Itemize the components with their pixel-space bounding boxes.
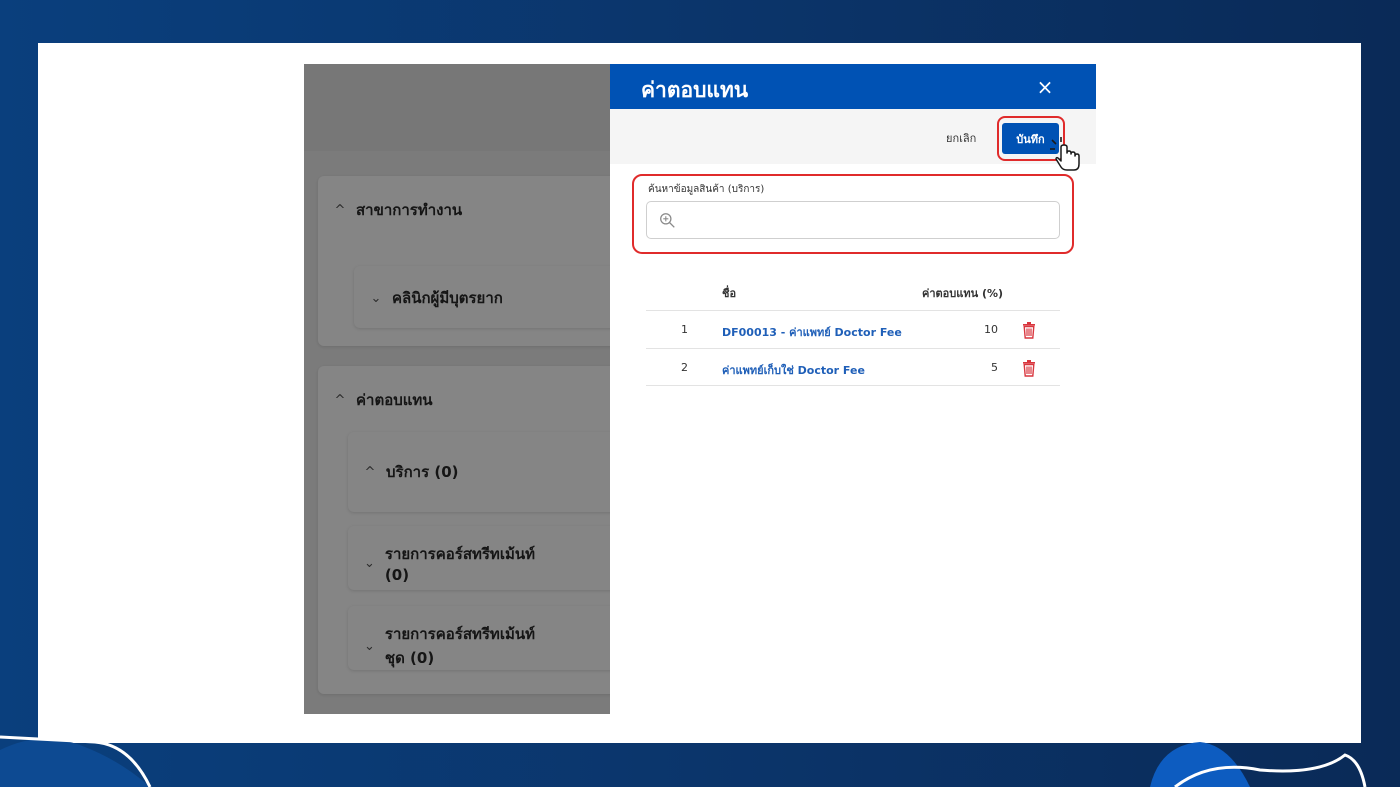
search-field <box>646 201 1060 239</box>
row-name-link[interactable]: DF00013 - ค่าแพทย์ Doctor Fee <box>722 323 902 341</box>
drawer-title: ค่าตอบแทน <box>641 78 749 102</box>
close-icon[interactable]: × <box>1034 76 1056 98</box>
trash-icon[interactable] <box>1021 321 1037 339</box>
cancel-button[interactable]: ยกเลิก <box>946 129 976 147</box>
row-name-link[interactable]: ค่าแพทย์เก็บใช่ Doctor Fee <box>722 361 865 379</box>
table-row: 1 DF00013 - ค่าแพทย์ Doctor Fee 10 <box>646 310 1060 348</box>
row-rate: 10 <box>984 323 998 336</box>
compensation-drawer: ค่าตอบแทน × ยกเลิก บันทึก ค้นหาข้อมูลสิน… <box>610 64 1096 714</box>
action-bar: ยกเลิก บันทึก <box>610 109 1096 164</box>
search-icon <box>660 213 675 228</box>
row-rate: 5 <box>991 361 998 374</box>
trash-icon[interactable] <box>1021 359 1037 377</box>
drawer-header: ค่าตอบแทน × <box>610 64 1096 109</box>
column-header-name: ชื่อ <box>722 287 737 300</box>
row-number: 2 <box>681 361 688 374</box>
row-number: 1 <box>681 323 688 336</box>
column-header-rate: ค่าตอบแทน (%) <box>922 287 1004 300</box>
save-button-highlight <box>997 116 1065 161</box>
background-page: ^ สาขาการทำงาน ⌄ คลินิกผู้มีบุตรยาก ^ ค่… <box>304 64 610 714</box>
search-input[interactable] <box>685 208 1051 232</box>
search-label: ค้นหาข้อมูลสินค้า (บริการ) <box>648 184 765 195</box>
table-row: 2 ค่าแพทย์เก็บใช่ Doctor Fee 5 <box>646 348 1060 386</box>
modal-overlay[interactable] <box>304 64 610 714</box>
